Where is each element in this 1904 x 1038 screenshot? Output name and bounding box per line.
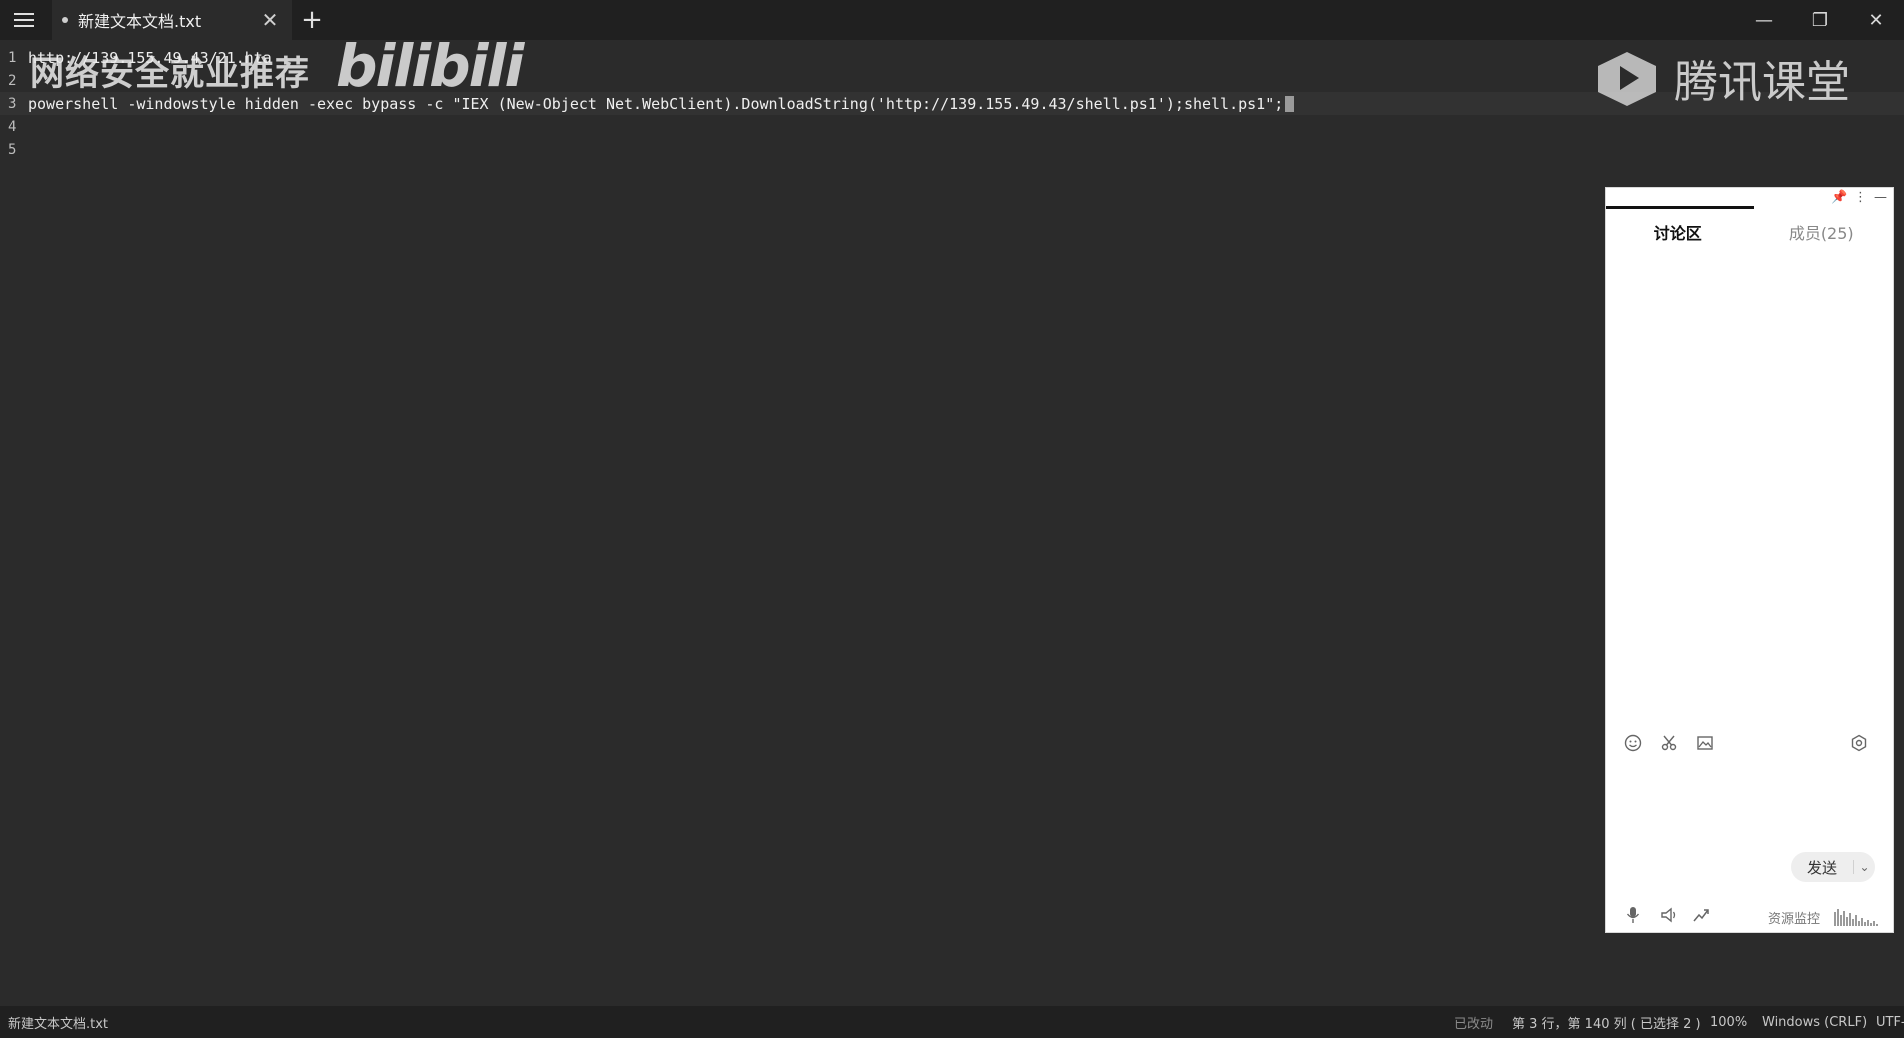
send-button-group: 发送 ⌄ <box>1791 852 1875 882</box>
minimize-button[interactable]: — <box>1736 0 1792 40</box>
hamburger-icon <box>14 13 34 27</box>
line-number: 3 <box>8 95 17 112</box>
chat-panel: 📌 ⋮ — 讨论区 成员(25) 发送 ⌄ 资源监控 <box>1605 187 1894 933</box>
microphone-icon[interactable] <box>1622 904 1644 926</box>
status-zoom[interactable]: 100% <box>1710 1015 1747 1030</box>
tencent-classroom-logo-icon <box>1598 52 1656 106</box>
line-text[interactable]: powershell -windowstyle hidden -exec byp… <box>28 95 1283 113</box>
status-line-ending[interactable]: Windows (CRLF) <box>1762 1015 1867 1030</box>
speaker-icon[interactable] <box>1658 904 1680 926</box>
chat-tabs: 讨论区 成员(25) <box>1606 210 1893 254</box>
send-button[interactable]: 发送 <box>1791 857 1853 878</box>
panel-minimize-icon[interactable]: — <box>1874 190 1887 205</box>
line-number: 5 <box>8 141 17 158</box>
line-number: 2 <box>8 72 17 89</box>
watermark-recommend-text: 网络安全就业推荐 <box>30 54 310 94</box>
status-cursor-position[interactable]: 第 3 行，第 140 列 ( 已选择 2 ) <box>1512 1013 1701 1032</box>
tab-discussion[interactable]: 讨论区 <box>1606 220 1750 244</box>
tencent-classroom-text: 腾讯课堂 <box>1674 57 1850 108</box>
new-tab-button[interactable]: + <box>292 0 332 40</box>
menu-button[interactable] <box>0 0 48 40</box>
emoji-icon[interactable] <box>1622 732 1644 754</box>
bilibili-logo: bilibili <box>336 32 524 100</box>
chat-bottom-bar: 资源监控 <box>1606 902 1893 930</box>
send-options-chevron-icon[interactable]: ⌄ <box>1853 860 1875 874</box>
pin-icon[interactable]: 📌 <box>1831 190 1847 205</box>
editor-line[interactable]: 4 <box>0 115 1904 138</box>
editor-line[interactable]: 5 <box>0 138 1904 161</box>
settings-gear-icon[interactable] <box>1848 732 1870 754</box>
status-filename: 新建文本文档.txt <box>8 1016 109 1032</box>
tab-document[interactable]: 新建文本文档.txt ✕ <box>52 0 292 40</box>
resource-graph-icon <box>1834 909 1878 926</box>
restore-button[interactable]: ❐ <box>1792 0 1848 40</box>
tab-members[interactable]: 成员(25) <box>1750 220 1894 244</box>
tab-title: 新建文本文档.txt <box>78 12 202 31</box>
stats-icon[interactable] <box>1690 904 1712 926</box>
chat-panel-header: 📌 ⋮ — <box>1606 188 1893 210</box>
status-encoding[interactable]: UTF- <box>1876 1015 1904 1030</box>
unsaved-dot-icon <box>62 17 68 23</box>
window-controls: — ❐ ✕ <box>1736 0 1904 40</box>
line-number: 4 <box>8 118 17 135</box>
more-icon[interactable]: ⋮ <box>1854 190 1867 205</box>
scissors-icon[interactable] <box>1658 732 1680 754</box>
status-modified: 已改动 <box>1454 1016 1494 1032</box>
resource-monitor-label[interactable]: 资源监控 <box>1768 908 1820 927</box>
line-number: 1 <box>8 49 17 66</box>
title-bar: 新建文本文档.txt ✕ + — ❐ ✕ <box>0 0 1904 40</box>
tab-close-icon[interactable]: ✕ <box>258 8 282 32</box>
active-tab-indicator <box>1606 206 1754 209</box>
status-bar: 新建文本文档.txt 已改动 第 3 行，第 140 列 ( 已选择 2 ) 1… <box>0 1006 1904 1038</box>
text-caret <box>1285 95 1295 112</box>
image-icon[interactable] <box>1694 732 1716 754</box>
tencent-classroom-watermark: 腾讯课堂 <box>1592 46 1850 110</box>
chat-toolbar <box>1606 728 1893 758</box>
close-window-button[interactable]: ✕ <box>1848 0 1904 40</box>
